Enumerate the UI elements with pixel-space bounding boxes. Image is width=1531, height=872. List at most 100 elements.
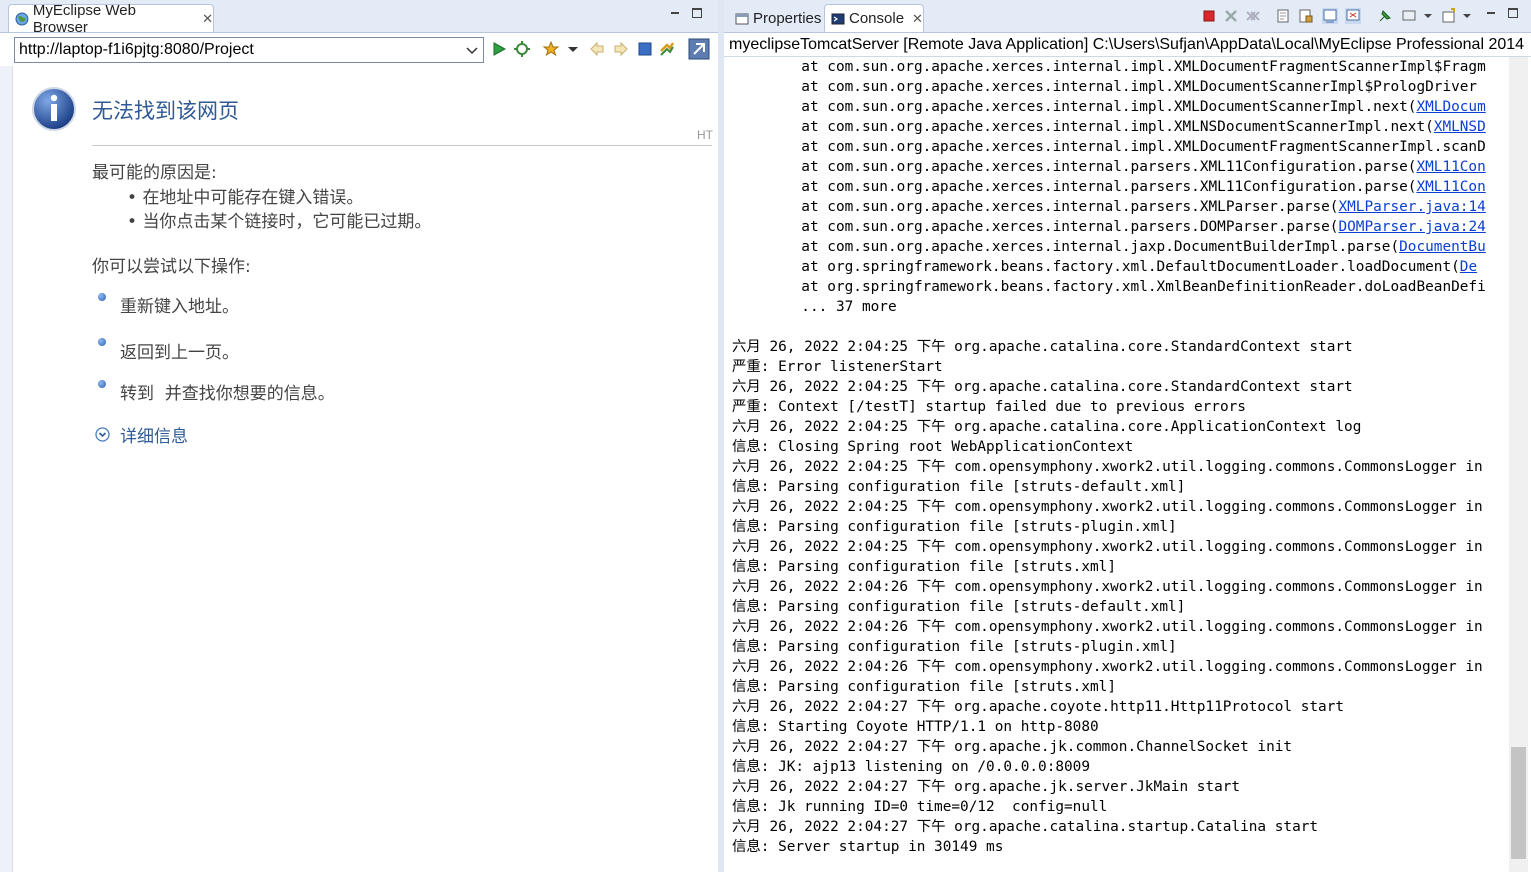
expand-circle-icon[interactable]	[95, 427, 110, 442]
display-console-icon[interactable]	[1401, 8, 1417, 24]
browser-left-margin	[0, 66, 13, 872]
log-line: 六月 26, 2022 2:04:25 下午 com.opensymphony.…	[732, 499, 1483, 515]
link-browser-icon[interactable]	[688, 38, 710, 60]
stack-trace-line: at com.sun.org.apache.xerces.internal.im…	[732, 139, 1486, 155]
source-link[interactable]: DOMParser.java:24	[1338, 219, 1485, 235]
source-link[interactable]: XMLNSD	[1434, 119, 1486, 135]
chevron-down-icon[interactable]	[463, 41, 481, 59]
console-output[interactable]: at com.sun.org.apache.xerces.internal.im…	[732, 57, 1508, 872]
log-line: 信息: Jk running ID=0 time=0/12 config=nul…	[732, 799, 1108, 815]
stack-trace-line: at com.sun.org.apache.xerces.internal.im…	[732, 59, 1486, 75]
divider	[92, 145, 712, 146]
browser-tabbar: MyEclipse Web Browser ✕	[0, 0, 718, 36]
open-console-icon[interactable]	[1441, 8, 1457, 24]
tab-web-browser-label: MyEclipse Web Browser	[32, 1, 136, 36]
log-line: 六月 26, 2022 2:04:25 下午 com.opensymphony.…	[732, 539, 1483, 555]
actions-heading: 你可以尝试以下操作:	[92, 257, 251, 277]
source-link[interactable]: XMLParser.java:14	[1338, 199, 1485, 215]
show-on-error-icon[interactable]	[1345, 8, 1361, 24]
action-search: 转到 并查找你想要的信息。	[120, 384, 335, 404]
action-go-back[interactable]: 返回到上一页。	[120, 338, 239, 363]
bullet-icon	[98, 338, 106, 346]
clear-console-icon[interactable]	[1276, 8, 1292, 24]
bullet-icon	[98, 293, 106, 301]
log-line: 六月 26, 2022 2:04:25 下午 org.apache.catali…	[732, 379, 1353, 395]
stack-trace-line: at com.sun.org.apache.xerces.internal.ja…	[732, 239, 1486, 255]
vertical-scrollbar[interactable]	[1509, 57, 1528, 872]
stack-trace-line: at com.sun.org.apache.xerces.internal.pa…	[732, 159, 1486, 175]
stack-trace-line: at com.sun.org.apache.xerces.internal.pa…	[732, 219, 1486, 235]
minimize-button[interactable]	[1486, 8, 1496, 18]
log-line: 六月 26, 2022 2:04:27 下午 org.apache.jk.ser…	[732, 779, 1241, 795]
stack-trace-line: at com.sun.org.apache.xerces.internal.pa…	[732, 179, 1486, 195]
stack-trace-line: at org.springframework.beans.factory.xml…	[732, 259, 1478, 275]
console-process-label: myeclipseTomcatServer [Remote Java Appli…	[724, 34, 1531, 57]
log-line: 信息: Parsing configuration file [struts-p…	[732, 639, 1177, 655]
sync-icon[interactable]	[658, 40, 676, 58]
reasons-heading: 最可能的原因是:	[92, 163, 217, 183]
star-icon[interactable]	[542, 40, 560, 58]
properties-icon	[735, 13, 749, 24]
log-line: 信息: Parsing configuration file [struts.x…	[732, 559, 1117, 575]
log-line: 信息: Parsing configuration file [struts-d…	[732, 599, 1186, 615]
maximize-button[interactable]	[692, 8, 702, 18]
pin-console-icon[interactable]	[1377, 8, 1393, 24]
remove-all-icon[interactable]	[1245, 8, 1261, 24]
log-line: 严重: Error listenerStart	[732, 359, 943, 375]
reason-item: • 当你点击某个链接时，它可能已过期。	[127, 212, 432, 232]
log-line: 信息: Parsing configuration file [struts-p…	[732, 519, 1177, 535]
stack-trace-line: at com.sun.org.apache.xerces.internal.im…	[732, 79, 1478, 95]
chevron-down-icon[interactable]	[1461, 8, 1473, 24]
scrollbar-thumb[interactable]	[1511, 747, 1526, 859]
forward-arrow-icon[interactable]	[612, 40, 630, 58]
url-input[interactable]	[15, 38, 463, 62]
log-line: 六月 26, 2022 2:04:25 下午 org.apache.catali…	[732, 339, 1353, 355]
web-browser-view: MyEclipse Web Browser ✕ http://laptop-f1…	[0, 0, 718, 872]
log-line: 信息: Server startup in 30149 ms	[732, 839, 1004, 855]
source-link[interactable]: XML11Con	[1416, 159, 1485, 175]
tab-properties[interactable]: Properties	[728, 4, 824, 32]
play-icon[interactable]	[490, 40, 508, 58]
reason-item: • 在地址中可能存在键入错误。	[127, 188, 364, 208]
address-bar	[14, 37, 484, 63]
tab-web-browser[interactable]: MyEclipse Web Browser ✕	[8, 2, 214, 36]
log-line: 六月 26, 2022 2:04:25 下午 org.apache.catali…	[732, 419, 1362, 435]
log-line: 六月 26, 2022 2:04:26 下午 com.opensymphony.…	[732, 579, 1483, 595]
log-line: 信息: JK: ajp13 listening on /0.0.0.0:8009	[732, 759, 1091, 775]
log-line: 信息: Closing Spring root WebApplicationCo…	[732, 439, 1134, 455]
details-link[interactable]: 详细信息	[120, 422, 188, 447]
source-link[interactable]: DocumentBu	[1399, 239, 1486, 255]
tab-console[interactable]: Console ✕	[824, 4, 924, 32]
log-line: 六月 26, 2022 2:04:26 下午 com.opensymphony.…	[732, 619, 1483, 635]
stack-trace-line: at com.sun.org.apache.xerces.internal.im…	[732, 99, 1486, 115]
stack-trace-line: at com.sun.org.apache.xerces.internal.im…	[732, 119, 1486, 135]
log-line: 严重: Context [/testT] startup failed due …	[732, 399, 1246, 415]
minimize-button[interactable]	[670, 8, 680, 18]
tab-properties-label: Properties	[753, 10, 822, 27]
close-icon[interactable]: ✕	[912, 11, 923, 27]
remove-launch-icon[interactable]	[1223, 8, 1239, 24]
log-line: 六月 26, 2022 2:04:27 下午 org.apache.catali…	[732, 819, 1319, 835]
scroll-lock-icon[interactable]	[1298, 8, 1314, 24]
stack-trace-line: ... 37 more	[732, 299, 897, 315]
back-arrow-icon[interactable]	[588, 40, 606, 58]
chevron-down-icon[interactable]	[564, 40, 582, 58]
close-icon[interactable]: ✕	[202, 11, 213, 27]
terminate-icon[interactable]	[1201, 8, 1217, 24]
maximize-button[interactable]	[1508, 8, 1518, 18]
stack-trace-line: at org.springframework.beans.factory.xml…	[732, 279, 1486, 295]
chevron-down-icon[interactable]	[1422, 8, 1434, 24]
log-line: 信息: Starting Coyote HTTP/1.1 on http-808…	[732, 719, 1099, 735]
log-line: 六月 26, 2022 2:04:26 下午 com.opensymphony.…	[732, 659, 1483, 675]
refresh-icon[interactable]	[513, 40, 531, 58]
log-line: 六月 26, 2022 2:04:27 下午 org.apache.jk.com…	[732, 739, 1293, 755]
bullet-icon	[98, 380, 106, 388]
source-link[interactable]: XMLDocum	[1416, 99, 1485, 115]
show-on-output-icon[interactable]	[1322, 8, 1338, 24]
source-link[interactable]: XML11Con	[1416, 179, 1485, 195]
globe-icon	[15, 12, 29, 25]
console-tabbar: Properties Console ✕	[724, 0, 1531, 33]
console-view: Properties Console ✕ myeclipseTomcatServ…	[724, 0, 1531, 872]
source-link[interactable]: De	[1460, 259, 1477, 275]
stop-icon[interactable]	[636, 40, 654, 58]
